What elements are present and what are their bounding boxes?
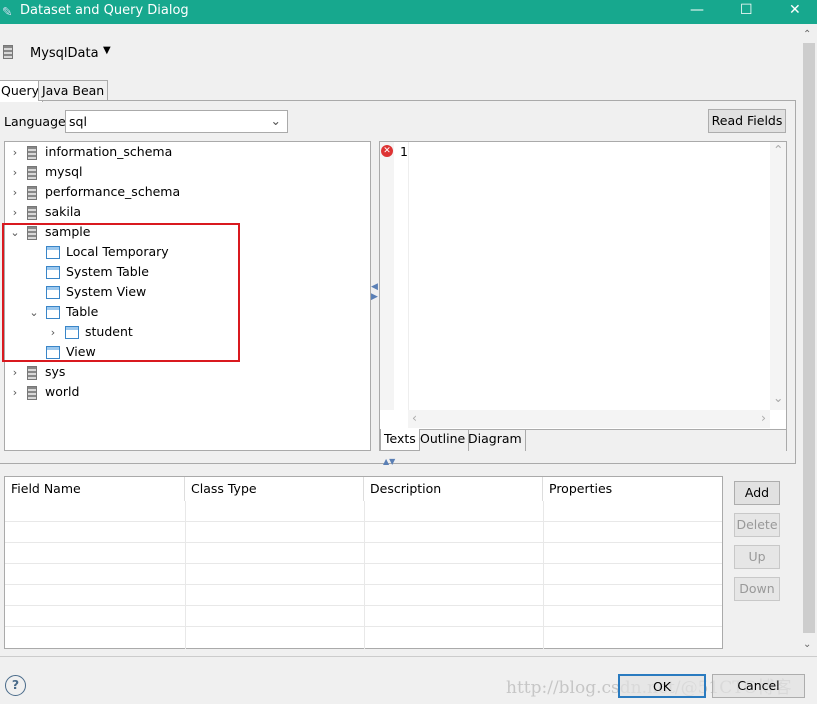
expand-chevron-icon[interactable]: › <box>9 163 21 183</box>
collapse-left-icon[interactable]: ◀ ▶ <box>371 282 378 302</box>
datasource-dropdown-icon[interactable]: ▼ <box>103 45 111 56</box>
tree-item[interactable]: › world <box>9 382 180 402</box>
expand-chevron-icon[interactable]: › <box>9 203 21 223</box>
tree-item[interactable]: › sakila <box>9 202 180 222</box>
tree-item-label: information_schema <box>45 144 173 159</box>
app-icon: ✎ <box>2 4 13 19</box>
highlight-box <box>2 223 240 362</box>
scrollbar-thumb[interactable] <box>803 43 815 633</box>
expand-chevron-icon[interactable]: › <box>9 363 21 383</box>
error-icon: ✕ <box>381 145 393 157</box>
expand-chevron-icon[interactable]: › <box>9 183 21 203</box>
chevron-down-icon: ⌄ <box>270 113 281 128</box>
window-title: Dataset and Query Dialog <box>20 3 189 18</box>
column-header[interactable]: Class Type <box>185 477 364 501</box>
editor-hscroll[interactable]: ‹ › <box>408 410 770 428</box>
tab-java-bean[interactable]: Java Bean <box>38 80 109 101</box>
read-fields-button[interactable]: Read Fields <box>708 109 786 133</box>
language-label: Language <box>4 114 66 129</box>
database-icon <box>27 165 37 180</box>
database-icon <box>27 145 37 160</box>
help-button[interactable]: ? <box>5 675 26 696</box>
fields-table[interactable]: Field Name Class Type Description Proper… <box>4 476 723 649</box>
tree-item-label: performance_schema <box>45 184 181 199</box>
language-select[interactable]: sql ⌄ <box>65 110 288 133</box>
tab-diagram[interactable]: Diagram <box>465 429 526 451</box>
database-icon <box>27 205 37 220</box>
query-editor[interactable]: ✕ 1 ⌃ ⌄ ‹ › Texts Outline Diagram <box>379 141 787 451</box>
maximize-button[interactable]: ☐ <box>740 2 753 18</box>
tree-item[interactable]: › sys <box>9 362 180 382</box>
language-value: sql <box>69 114 87 129</box>
tab-outline[interactable]: Outline <box>417 429 470 451</box>
database-icon <box>27 185 37 200</box>
datasource-name: MysqlData <box>30 46 99 61</box>
title-bar: ✎ Dataset and Query Dialog — ☐ ✕ <box>0 0 817 24</box>
delete-button[interactable]: Delete <box>734 513 780 537</box>
up-button[interactable]: Up <box>734 545 780 569</box>
minimize-button[interactable]: — <box>690 2 704 18</box>
tree-item-label: sys <box>45 364 66 379</box>
database-icon <box>27 385 37 400</box>
tab-query[interactable]: Query <box>0 80 43 102</box>
down-button[interactable]: Down <box>734 577 780 601</box>
close-button[interactable]: ✕ <box>789 2 801 18</box>
tree-item-label: sakila <box>45 204 82 219</box>
ok-button[interactable]: OK <box>618 674 706 698</box>
database-icon <box>27 365 37 380</box>
database-icon <box>3 45 13 59</box>
column-header[interactable]: Properties <box>543 477 723 501</box>
tree-item[interactable]: › information_schema <box>9 142 180 162</box>
splitter-arrows-icon[interactable]: ▲▼ <box>383 457 395 466</box>
line-number: 1 <box>400 144 408 159</box>
expand-chevron-icon[interactable]: › <box>9 143 21 163</box>
tree-item-label: world <box>45 384 80 399</box>
column-header[interactable]: Field Name <box>5 477 185 501</box>
tree-item-label: mysql <box>45 164 83 179</box>
cancel-button[interactable]: Cancel <box>712 674 805 698</box>
vertical-scrollbar[interactable]: ⌃ ⌄ <box>801 25 817 655</box>
tree-item[interactable]: › mysql <box>9 162 180 182</box>
tab-texts[interactable]: Texts <box>380 429 420 451</box>
column-header[interactable]: Description <box>364 477 543 501</box>
add-button[interactable]: Add <box>734 481 780 505</box>
editor-vscroll[interactable]: ⌃ ⌄ <box>770 142 786 410</box>
tree-item[interactable]: › performance_schema <box>9 182 180 202</box>
expand-chevron-icon[interactable]: › <box>9 383 21 403</box>
